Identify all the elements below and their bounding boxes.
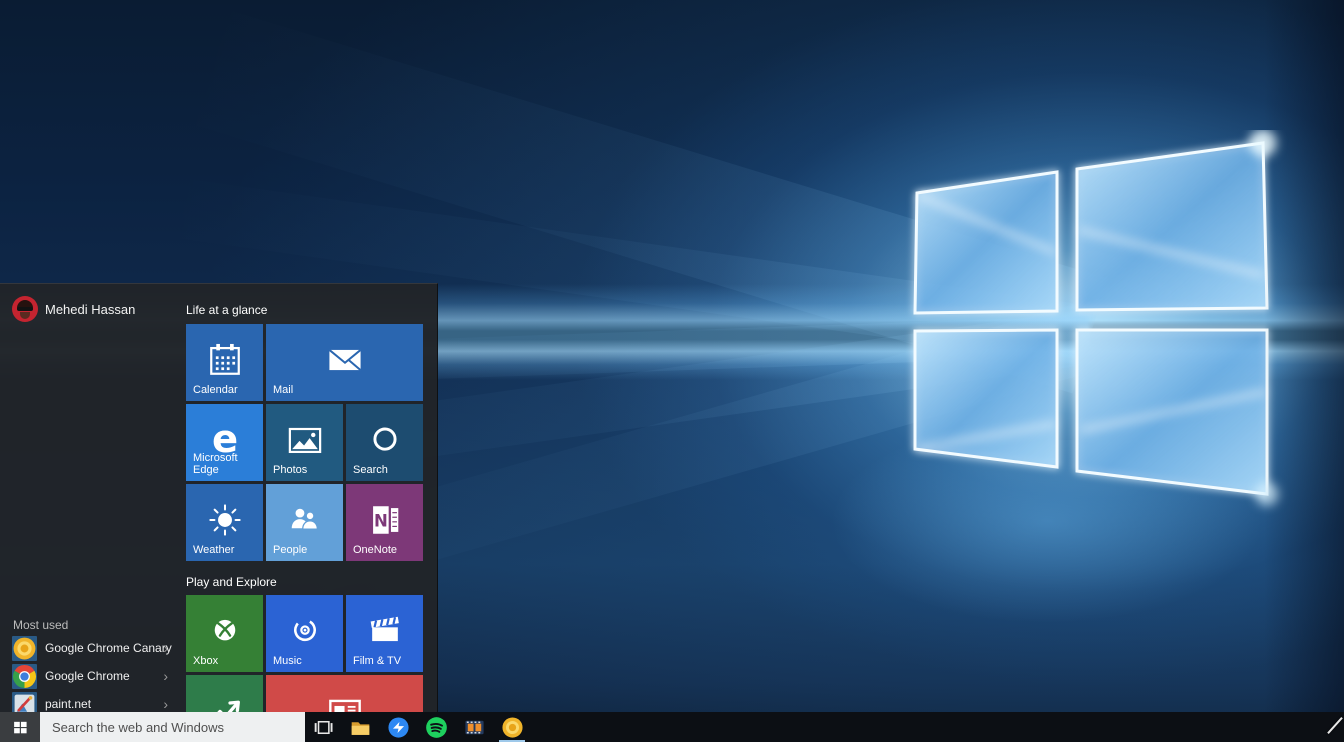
user-avatar [12,296,38,322]
tile-label: Photos [273,464,307,476]
taskbar-search [40,712,305,742]
tile-group-label-play-and-explore: Play and Explore [186,575,438,590]
calendar-icon [203,338,247,382]
tile-news[interactable] [266,675,423,712]
app-item-label: paint.net [45,697,91,711]
windows-hero-logo [895,130,1315,530]
tile-calendar[interactable]: Calendar [186,324,263,401]
tile-label: Calendar [193,384,238,396]
start-button[interactable] [0,712,40,742]
taskbar-file-explorer-button[interactable] [341,712,379,742]
tile-label: Film & TV [353,655,401,667]
tile-weather[interactable]: Weather [186,484,263,561]
tile-label: Search [353,464,388,476]
most-used-list: Google Chrome Canary › Google Chrome › p… [12,634,178,712]
chrome-canary-icon [501,716,524,739]
tile-xbox[interactable]: Xbox [186,595,263,672]
tile-microsoft-edge[interactable]: e Microsoft Edge [186,404,263,481]
start-menu: Mehedi Hassan Most used Google Chrome Ca… [0,283,438,712]
taskbar-spotify-button[interactable] [417,712,455,742]
chrome-icon [12,664,37,689]
desktop[interactable]: { "user": { "name": "Mehedi Hassan" }, "… [0,0,1344,742]
xbox-icon [203,609,247,653]
app-item-paint-net[interactable]: paint.net › [12,690,178,712]
app-item-label: Google Chrome Canary [45,641,172,655]
tile-photos[interactable]: Photos [266,404,343,481]
tile-money-chart[interactable] [186,675,263,712]
taskbar-messenger-button[interactable] [379,712,417,742]
people-icon [283,498,327,542]
search-input[interactable] [40,720,305,735]
groove-music-icon [283,609,327,653]
tile-search[interactable]: Search [346,404,423,481]
messenger-icon [387,716,410,739]
spotify-icon [425,716,448,739]
pinned-apps [341,712,531,742]
tile-onenote[interactable]: N OneNote [346,484,423,561]
tile-grid: Xbox Music Film & TV [186,595,438,712]
film-tv-icon [363,609,407,653]
user-account-button[interactable]: Mehedi Hassan [12,296,135,322]
onenote-icon: N [363,498,407,542]
movie-maker-icon [463,716,486,739]
news-icon [323,689,367,712]
folder-icon [349,716,372,739]
photos-icon [283,418,327,462]
most-used-section-label: Most used [13,618,68,632]
taskbar-movie-maker-button[interactable] [455,712,493,742]
task-view-button[interactable] [305,712,341,742]
search-ring-icon [363,418,407,462]
chevron-right-icon[interactable]: › [163,641,168,655]
tile-music[interactable]: Music [266,595,343,672]
chevron-right-icon[interactable]: › [163,669,168,683]
tile-grid: Calendar Mail e Microsoft Edge Photos Se… [186,324,438,561]
tile-label: OneNote [353,544,397,556]
tile-group-label-life-at-a-glance: Life at a glance [186,303,438,318]
tile-label: Microsoft Edge [193,452,263,476]
app-item-label: Google Chrome [45,669,130,683]
tile-people[interactable]: People [266,484,343,561]
svg-text:N: N [373,511,387,530]
user-name: Mehedi Hassan [45,302,135,317]
tile-film-tv[interactable]: Film & TV [346,595,423,672]
paint-net-icon [12,692,37,713]
tile-area: Life at a glance Calendar Mail e Microso… [186,284,438,712]
taskbar-chrome-canary-button[interactable] [493,712,531,742]
money-chart-icon [203,689,247,712]
mail-icon [323,338,367,382]
chrome-canary-icon [12,636,37,661]
tile-label: Weather [193,544,234,556]
tile-label: People [273,544,307,556]
tile-mail[interactable]: Mail [266,324,423,401]
weather-sun-icon [203,498,247,542]
taskbar [0,712,1344,742]
tile-label: Xbox [193,655,218,667]
tile-label: Mail [273,384,293,396]
tile-label: Music [273,655,302,667]
chevron-right-icon[interactable]: › [163,697,168,711]
task-view-icon [312,716,335,739]
win-flag-icon [12,719,29,736]
app-item-google-chrome[interactable]: Google Chrome › [12,662,178,690]
app-item-google-chrome-canary[interactable]: Google Chrome Canary › [12,634,178,662]
